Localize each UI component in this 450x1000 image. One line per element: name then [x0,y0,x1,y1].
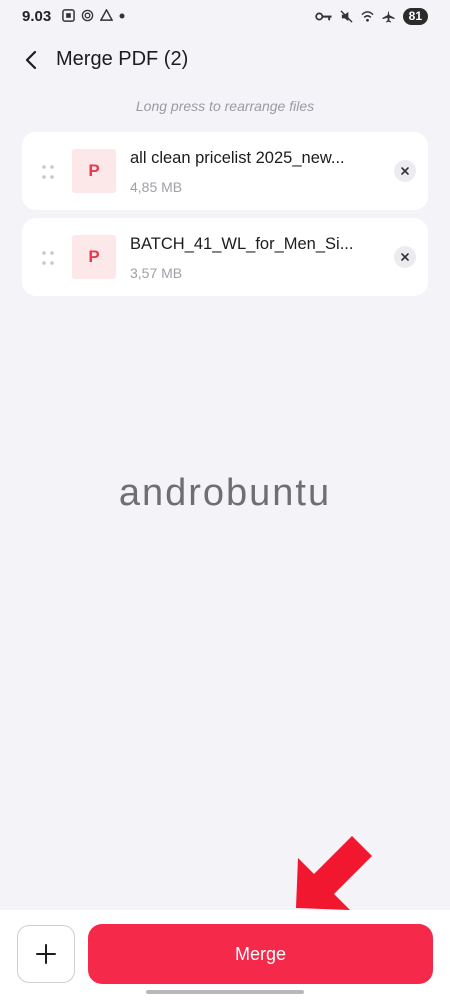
annotation-arrow-icon [296,836,372,910]
status-left-icons [62,9,125,22]
back-button[interactable] [18,46,46,74]
airplane-icon [382,10,395,23]
app-header: Merge PDF (2) [0,38,450,82]
sync-icon [100,9,113,21]
file-list-item[interactable]: P BATCH_41_WL_for_Men_Si... 3,57 MB [22,218,428,296]
battery-icon: 81 [402,8,428,25]
pdf-file-icon: P [72,149,116,193]
dot-icon [119,13,125,18]
rearrange-hint: Long press to rearrange files [135,98,315,114]
pdf-file-icon: P [72,235,116,279]
mute-icon [340,10,353,23]
hotspot-icon [81,9,94,22]
merge-button[interactable]: Merge [88,924,433,984]
home-indicator[interactable] [146,990,304,994]
close-icon [401,253,409,261]
close-icon [401,167,409,175]
watermark-logo: androbuntu [118,472,332,514]
status-time: 9.03 [22,8,52,25]
remove-file-button[interactable] [394,160,416,182]
page-title: Merge PDF (2) [56,48,189,70]
screenshot-icon [62,9,75,22]
add-file-button[interactable] [17,925,75,983]
file-size: 3,57 MB [130,265,183,281]
file-size: 4,85 MB [130,179,183,195]
back-arrow-icon [25,50,37,70]
plus-icon [36,944,56,964]
status-bar: 9.03 81 [0,0,450,34]
remove-file-button[interactable] [394,246,416,268]
drag-handle-icon[interactable] [40,164,56,180]
vpn-key-icon [314,12,332,21]
file-list-item[interactable]: P all clean pricelist 2025_new... 4,85 M… [22,132,428,210]
file-name: all clean pricelist 2025_new... [130,149,345,167]
bottom-action-bar: Merge [0,910,450,1000]
status-right-icons: 81 [314,8,428,25]
wifi-icon [361,11,374,22]
file-name: BATCH_41_WL_for_Men_Si... [130,235,354,253]
drag-handle-icon[interactable] [40,250,56,266]
